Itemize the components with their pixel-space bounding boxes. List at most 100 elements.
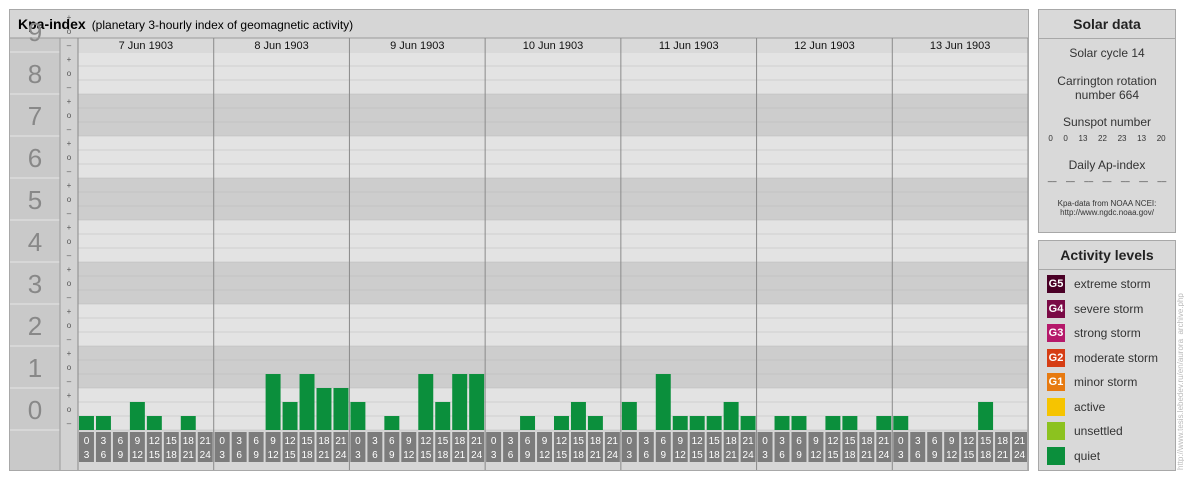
- kp-bar: [452, 374, 468, 430]
- time-slot-start: 15: [301, 436, 313, 447]
- time-slot-end: 3: [762, 450, 768, 461]
- kp-bar: [129, 401, 145, 430]
- time-slot-start: 15: [709, 436, 721, 447]
- kp-bar: [978, 401, 994, 430]
- y-tick-label: 0: [28, 395, 42, 425]
- sub-tick-label: o: [67, 27, 72, 36]
- time-slot-end: 12: [403, 450, 415, 461]
- time-slot-end: 9: [660, 450, 666, 461]
- time-slot-end: 3: [84, 450, 90, 461]
- y-tick-label: 8: [28, 59, 42, 89]
- y-tick-label: 9: [28, 17, 42, 47]
- time-slot-start: 0: [491, 436, 497, 447]
- sub-tick-label: o: [67, 195, 72, 204]
- sub-tick-label: o: [67, 111, 72, 120]
- sub-tick-label: –: [67, 167, 72, 176]
- time-slot-end: 18: [166, 450, 178, 461]
- time-slot-start: 12: [420, 436, 432, 447]
- kp-band: [78, 52, 1028, 94]
- y-tick-label: 3: [28, 269, 42, 299]
- time-slot-end: 15: [827, 450, 839, 461]
- time-slot-start: 21: [1014, 436, 1026, 447]
- time-slot-start: 0: [84, 436, 90, 447]
- time-slot-end: 3: [491, 450, 497, 461]
- time-slot-end: 9: [796, 450, 802, 461]
- time-slot-end: 3: [355, 450, 361, 461]
- watermark-url: http://www.tesis.lebedev.ru/en/aurora_ar…: [1176, 293, 1184, 470]
- time-slot-end: 15: [284, 450, 296, 461]
- time-slot-start: 18: [861, 436, 873, 447]
- time-slot-end: 24: [878, 450, 890, 461]
- time-slot-start: 3: [644, 436, 650, 447]
- level-swatch: [1047, 446, 1065, 465]
- sunspot-value: 20: [1156, 134, 1166, 143]
- sunspot-value: 13: [1078, 134, 1088, 143]
- time-slot-end: 18: [844, 450, 856, 461]
- time-slot-end: 18: [437, 450, 449, 461]
- day-label: 10 Jun 1903: [523, 40, 584, 52]
- source-link[interactable]: http://www.ngdc.noaa.gov/: [1039, 208, 1175, 217]
- time-slot-end: 6: [915, 450, 921, 461]
- time-slot-end: 21: [997, 450, 1009, 461]
- kp-bar: [825, 416, 841, 430]
- kp-bar: [723, 401, 739, 430]
- level-row: G5 extreme storm: [1047, 275, 1151, 293]
- time-slot-start: 0: [627, 436, 633, 447]
- kp-bar: [876, 416, 892, 430]
- kp-bar: [655, 374, 671, 430]
- level-swatch: G4: [1047, 299, 1065, 318]
- y-tick-label: 1: [28, 353, 42, 383]
- time-slot-start: 18: [997, 436, 1009, 447]
- sub-tick-label: –: [67, 209, 72, 218]
- ap-value: ––: [1047, 177, 1057, 186]
- time-slot-end: 3: [898, 450, 904, 461]
- time-slot-start: 6: [796, 436, 802, 447]
- level-label: extreme storm: [1074, 277, 1151, 291]
- time-slot-end: 15: [556, 450, 568, 461]
- time-slot-end: 24: [743, 450, 755, 461]
- kp-bar: [774, 416, 790, 430]
- kp-bar: [79, 416, 94, 430]
- sub-tick-label: +: [67, 13, 72, 22]
- kp-bar: [621, 401, 637, 430]
- time-slot-start: 15: [573, 436, 585, 447]
- time-slot-end: 6: [236, 450, 242, 461]
- kp-bar: [842, 416, 858, 430]
- sub-tick-label: +: [67, 181, 72, 190]
- sunspot-value: 0: [1063, 134, 1068, 143]
- time-slot-end: 9: [118, 450, 124, 461]
- kp-bar: [435, 401, 451, 430]
- time-slot-start: 3: [236, 436, 242, 447]
- time-slot-start: 18: [454, 436, 466, 447]
- carrington-line-2: number 664: [1074, 88, 1140, 102]
- time-slot-end: 9: [253, 450, 259, 461]
- time-slot-start: 6: [118, 436, 124, 447]
- kp-band: [78, 178, 1028, 220]
- level-row: active: [1047, 397, 1105, 416]
- sunspot-title: Sunspot number: [1062, 115, 1152, 129]
- time-slot-start: 18: [183, 436, 195, 447]
- sub-tick-label: o: [67, 69, 72, 78]
- level-row: G2 moderate storm: [1047, 348, 1158, 367]
- time-slot-start: 21: [335, 436, 347, 447]
- kp-bar: [740, 416, 756, 430]
- sub-tick-label: o: [67, 405, 72, 414]
- time-slot-start: 3: [779, 436, 785, 447]
- kp-band: [78, 346, 1028, 388]
- time-slot-start: 12: [556, 436, 568, 447]
- sub-tick-label: +: [67, 139, 72, 148]
- time-slot-end: 9: [389, 450, 395, 461]
- kp-bar: [587, 416, 603, 430]
- time-slot-end: 21: [318, 450, 330, 461]
- level-row: G1 minor storm: [1047, 373, 1137, 391]
- time-slot-end: 18: [980, 450, 992, 461]
- kp-bar: [316, 388, 332, 430]
- kp-bar: [180, 416, 196, 430]
- kpa-chart-panel: Kpa-index (planetary 3-hourly index of ge…: [9, 9, 1029, 471]
- time-slot-start: 6: [660, 436, 666, 447]
- time-slot-end: 18: [301, 450, 313, 461]
- sub-tick-label: o: [67, 279, 72, 288]
- sub-tick-label: –: [67, 377, 72, 386]
- kp-band: [78, 220, 1028, 262]
- kp-bar: [146, 416, 162, 430]
